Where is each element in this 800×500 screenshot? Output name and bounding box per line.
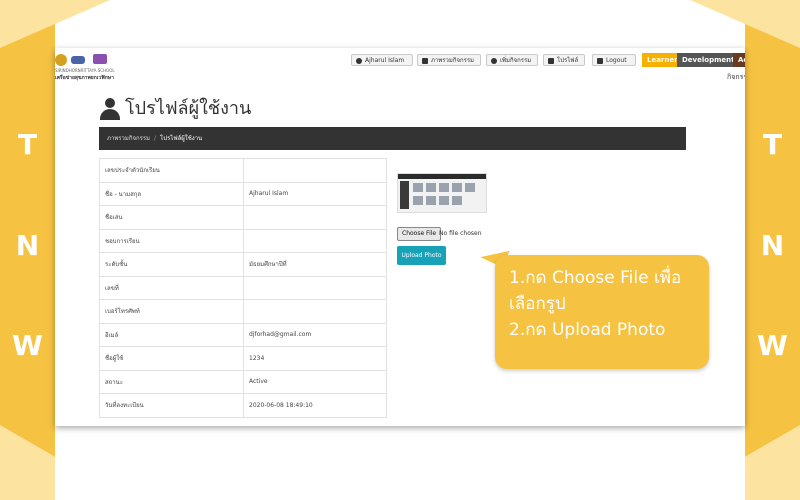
table-row: สถานะ Active (99, 369, 387, 394)
frame-letter-t-left: T (17, 128, 38, 161)
user-profile-icon (99, 98, 121, 120)
frame-letter-w-right: W (757, 329, 788, 362)
row-label: ชื่อเล่น (99, 205, 244, 230)
row-value (243, 228, 387, 253)
nav-logout-button[interactable]: Logout (592, 54, 636, 66)
id-card-icon (548, 57, 554, 64)
nav-profile-button[interactable]: โปรไฟล์ (543, 54, 585, 66)
frame-letter-t-right: T (762, 128, 783, 161)
nav-user-button[interactable]: Ajharul Islam (351, 54, 413, 66)
row-value: มัธยมศึกษาปีที่ (243, 252, 387, 277)
tag-activity[interactable]: Ac (733, 53, 745, 67)
row-value: djforhad@gmail.com (243, 322, 387, 347)
logout-icon (597, 57, 603, 64)
frame-letter-n-right: N (760, 229, 785, 262)
nav-add-activity-button[interactable]: เพิ่มกิจกรรม (486, 54, 538, 66)
breadcrumb-separator: / (154, 135, 157, 142)
frame-corner-top-left (0, 0, 110, 48)
images-icon (422, 57, 428, 64)
logo-badge-icon (93, 54, 107, 64)
nav-overview-button[interactable]: ภาพรวมกิจกรรม (417, 54, 481, 66)
upload-photo-button[interactable]: Upload Photo (397, 246, 446, 265)
breadcrumb-current: โปรไฟล์ผู้ใช้งาน (160, 135, 203, 142)
instruction-text: 1.กด Choose File เพื่อ เลือกรูป 2.กด Upl… (509, 268, 682, 340)
table-row: วันที่ลงทะเบียน 2020-06-08 18:49:10 (99, 393, 387, 418)
profile-info-table: เลขประจำตัวนักเรียน ชื่อ - นามสกุล Ajharu… (99, 158, 387, 418)
nav-overview-label: ภาพรวมกิจกรรม (431, 57, 475, 64)
school-logo[interactable]: SIRINDHORNRITTAYA SCHOOL เครือข่ายสุขภาพ… (55, 52, 115, 81)
frame-letter-w-left: W (12, 329, 43, 362)
table-row: ระดับชั้น มัธยมศึกษาปีที่ (99, 252, 387, 277)
frame-corner-top-right (690, 0, 800, 48)
bottom-band (55, 426, 745, 500)
row-label: วันที่ลงทะเบียน (99, 393, 244, 418)
table-row: เบอร์โทรศัพท์ (99, 299, 387, 324)
breadcrumb: ภาพรวมกิจกรรม / โปรไฟล์ผู้ใช้งาน (99, 127, 686, 150)
profile-photo-preview (397, 173, 487, 213)
row-value (243, 275, 387, 300)
row-value: 2020-06-08 18:49:10 (243, 393, 387, 418)
table-row: ชื่อผู้ใช้ 1234 (99, 346, 387, 371)
instruction-callout: 1.กด Choose File เพื่อ เลือกรูป 2.กด Upl… (495, 255, 709, 369)
logo-emblem-icon (55, 54, 67, 66)
row-value: Ajharul Islam (243, 181, 387, 206)
page-title: โปรไฟล์ผู้ใช้งาน (99, 96, 251, 122)
table-row: ชอบการเรียน (99, 228, 387, 253)
nav-user-label: Ajharul Islam (365, 57, 405, 64)
row-label: เลขที่ (99, 275, 244, 300)
row-value: Active (243, 369, 387, 394)
row-label: ชื่อ - นามสกุล (99, 181, 244, 206)
row-value (243, 158, 387, 183)
top-navbar: SIRINDHORNRITTAYA SCHOOL เครือข่ายสุขภาพ… (55, 48, 745, 81)
page-title-text: โปรไฟล์ผู้ใช้งาน (125, 98, 252, 119)
logo-text-thai: เครือข่ายสุขภาพยกเวฟิกษา (55, 75, 114, 81)
tag-development[interactable]: Development (677, 53, 734, 67)
table-row: ชื่อ - นามสกุล Ajharul Islam (99, 181, 387, 206)
activity-link-text[interactable]: กิจกรร (727, 72, 745, 83)
table-row: เลขที่ (99, 275, 387, 300)
row-label: ชอบการเรียน (99, 228, 244, 253)
tag-learner[interactable]: Learner (642, 53, 678, 67)
logo-mark-icon (71, 56, 85, 64)
row-label: สถานะ (99, 369, 244, 394)
choose-file-button[interactable]: Choose File (397, 227, 442, 241)
row-label: เลขประจำตัวนักเรียน (99, 158, 244, 183)
breadcrumb-parent[interactable]: ภาพรวมกิจกรรม (107, 135, 150, 142)
row-value (243, 205, 387, 230)
plus-circle-icon (491, 57, 497, 64)
table-row: อีเมล์ djforhad@gmail.com (99, 322, 387, 347)
nav-profile-label: โปรไฟล์ (557, 57, 579, 64)
user-icon (356, 57, 362, 64)
row-label: เบอร์โทรศัพท์ (99, 299, 244, 324)
nav-logout-label: Logout (606, 57, 627, 64)
frame-letter-n-left: N (15, 229, 40, 262)
row-label: ระดับชั้น (99, 252, 244, 277)
table-row: ชื่อเล่น (99, 205, 387, 230)
table-row: เลขประจำตัวนักเรียน (99, 158, 387, 183)
logo-text-english: SIRINDHORNRITTAYA SCHOOL (55, 68, 115, 73)
row-label: อีเมล์ (99, 322, 244, 347)
nav-add-activity-label: เพิ่มกิจกรรม (500, 57, 532, 64)
row-value (243, 299, 387, 324)
row-value: 1234 (243, 346, 387, 371)
no-file-chosen-text: No file chosen (439, 230, 482, 237)
browser-screen: SIRINDHORNRITTAYA SCHOOL เครือข่ายสุขภาพ… (55, 48, 745, 426)
row-label: ชื่อผู้ใช้ (99, 346, 244, 371)
